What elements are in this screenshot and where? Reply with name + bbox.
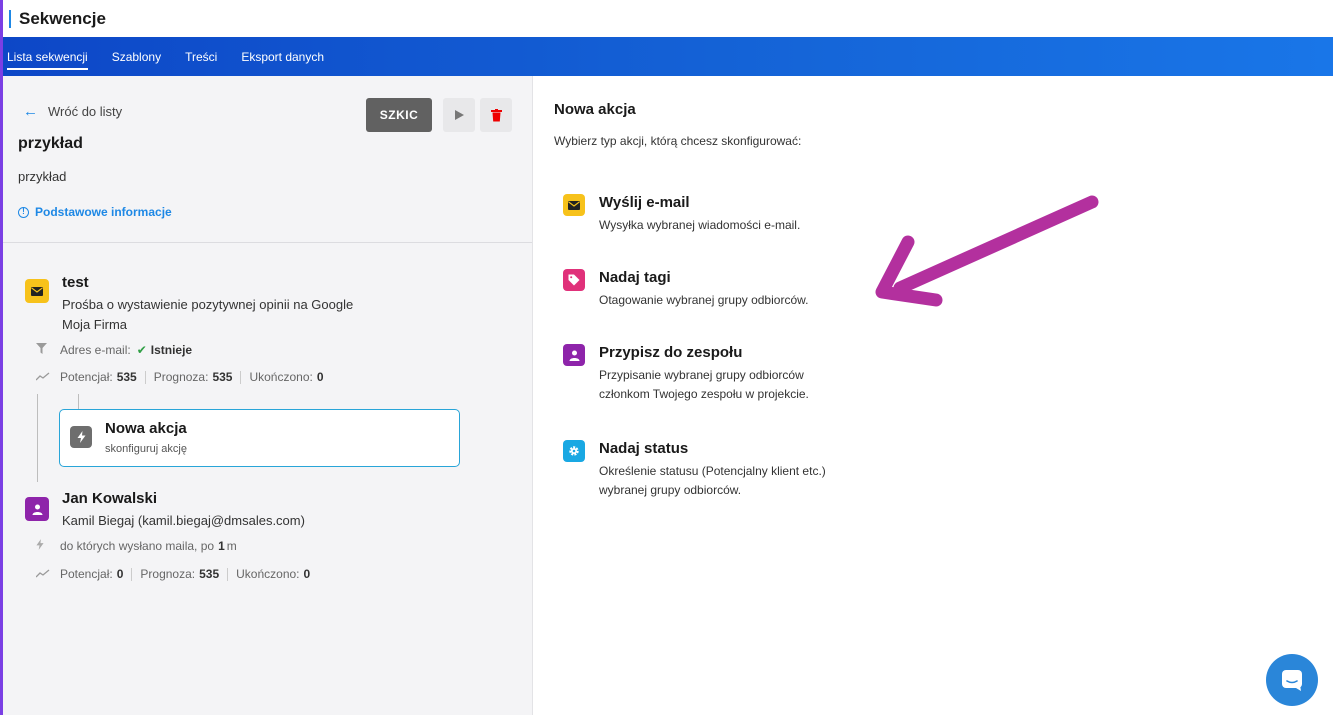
chat-icon xyxy=(1282,670,1302,691)
forecast-label: Prognoza: xyxy=(153,370,209,384)
app-header: Sekwencje xyxy=(3,0,1333,37)
play-button[interactable] xyxy=(443,98,475,132)
potential-label: Potencjał: xyxy=(60,567,113,581)
step-filter-row: Adres e-mail: ✔ Istnieje xyxy=(36,343,192,357)
forecast-value: 535 xyxy=(212,370,233,384)
tab-eksport-danych[interactable]: Eksport danych xyxy=(241,46,324,68)
envelope-icon xyxy=(563,194,585,216)
potential-value: 535 xyxy=(116,370,137,384)
tree-connector xyxy=(37,394,38,482)
option-desc-line: członkom Twojego zespołu w projekcie. xyxy=(599,387,809,401)
option-desc-line: wybranej grupy odbiorców. xyxy=(599,483,742,497)
forecast-value: 535 xyxy=(199,567,220,581)
person-icon xyxy=(25,497,49,521)
filter-value: Istnieje xyxy=(150,343,193,357)
page-title: Sekwencje xyxy=(19,8,106,28)
option-description: Określenie statusu (Potencjalny klient e… xyxy=(599,462,879,500)
completed-value: 0 xyxy=(316,370,324,384)
sequence-description: przykład xyxy=(18,169,67,184)
tab-szablony[interactable]: Szablony xyxy=(112,46,161,68)
step-stats-row: Potencjał: 0 Prognoza: 535 Ukończono: 0 xyxy=(35,567,311,581)
bolt-icon xyxy=(70,426,92,448)
sequence-editor-panel: ← Wróć do listy SZKIC przykład przykład … xyxy=(3,76,533,715)
step-title-test[interactable]: test xyxy=(62,274,89,291)
option-title: Przypisz do zespołu xyxy=(599,344,743,361)
potential-value: 0 xyxy=(116,567,124,581)
info-icon: ! xyxy=(18,206,29,218)
completed-value: 0 xyxy=(303,567,311,581)
step-email-subject: Prośba o wystawienie pozytywnej opinii n… xyxy=(62,297,354,312)
option-desc-line: Wysyłka wybranej wiadomości e-mail. xyxy=(599,218,801,232)
basic-info-label: Podstawowe informacje xyxy=(35,205,172,219)
option-desc-line: Przypisanie wybranej grupy odbiorców xyxy=(599,368,804,382)
chat-launcher-button[interactable] xyxy=(1266,654,1318,706)
trigger-label: do których wysłano maila, po xyxy=(60,539,215,553)
back-to-list-link[interactable]: ← Wróć do listy xyxy=(23,103,122,120)
filter-icon xyxy=(36,343,60,357)
envelope-icon xyxy=(25,279,49,303)
title-accent-bar xyxy=(9,9,11,28)
stat-separator xyxy=(131,567,133,581)
tag-icon xyxy=(563,269,585,291)
step-email-sender: Moja Firma xyxy=(62,317,128,332)
stat-separator xyxy=(144,370,146,384)
tree-connector xyxy=(78,394,79,409)
trend-icon xyxy=(35,370,60,384)
trend-icon xyxy=(35,567,60,581)
gear-icon xyxy=(563,440,585,462)
tab-tresci[interactable]: Treści xyxy=(185,46,217,68)
delete-button[interactable] xyxy=(480,98,512,132)
new-action-card[interactable]: Nowa akcja skonfiguruj akcję xyxy=(59,409,460,467)
option-description: Otagowanie wybranej grupy odbiorców. xyxy=(599,291,879,310)
bolt-icon xyxy=(36,539,60,553)
main-nav: Lista sekwencji Szablony Treści Eksport … xyxy=(3,37,1333,76)
stat-separator xyxy=(227,567,229,581)
check-icon: ✔ xyxy=(136,343,147,357)
step-assignee: Kamil Biegaj (kamil.biegaj@dmsales.com) xyxy=(62,513,305,528)
option-title: Wyślij e-mail xyxy=(599,194,690,211)
status-draft-button[interactable]: SZKIC xyxy=(366,98,432,132)
filter-label: Adres e-mail: xyxy=(60,343,131,357)
option-desc-line: Otagowanie wybranej grupy odbiorców. xyxy=(599,293,809,307)
trash-icon xyxy=(490,108,502,121)
basic-info-link[interactable]: ! Podstawowe informacje xyxy=(18,205,172,219)
annotation-arrow-icon xyxy=(875,195,1099,307)
panel-title: Nowa akcja xyxy=(554,101,636,118)
section-divider xyxy=(3,242,532,243)
step-title-jan-kowalski[interactable]: Jan Kowalski xyxy=(62,490,157,507)
person-icon xyxy=(563,344,585,366)
trigger-unit: m xyxy=(226,539,237,553)
step-stats-row: Potencjał: 535 Prognoza: 535 Ukończono: … xyxy=(35,370,324,384)
option-desc-line: Określenie statusu (Potencjalny klient e… xyxy=(599,464,826,478)
new-action-panel: Nowa akcja Wybierz typ akcji, którą chce… xyxy=(534,76,1333,715)
new-action-subtitle: skonfiguruj akcję xyxy=(105,443,187,455)
arrow-left-icon: ← xyxy=(23,103,38,120)
stat-separator xyxy=(240,370,242,384)
new-action-title: Nowa akcja xyxy=(105,420,187,437)
option-description: Wysyłka wybranej wiadomości e-mail. xyxy=(599,216,879,235)
step-trigger-row: do których wysłano maila, po 1 m xyxy=(36,539,237,553)
panel-subtitle: Wybierz typ akcji, którą chcesz skonfigu… xyxy=(554,134,802,148)
trigger-value: 1 xyxy=(218,539,225,553)
forecast-label: Prognoza: xyxy=(140,567,196,581)
option-title: Nadaj tagi xyxy=(599,269,671,286)
tab-lista-sekwencji[interactable]: Lista sekwencji xyxy=(7,46,88,70)
option-description: Przypisanie wybranej grupy odbiorców czł… xyxy=(599,366,879,404)
back-label: Wróć do listy xyxy=(48,104,123,119)
play-icon xyxy=(455,110,464,120)
potential-label: Potencjał: xyxy=(60,370,113,384)
sequence-name: przykład xyxy=(18,135,83,152)
option-title: Nadaj status xyxy=(599,440,689,457)
completed-label: Ukończono: xyxy=(249,370,313,384)
completed-label: Ukończono: xyxy=(236,567,300,581)
